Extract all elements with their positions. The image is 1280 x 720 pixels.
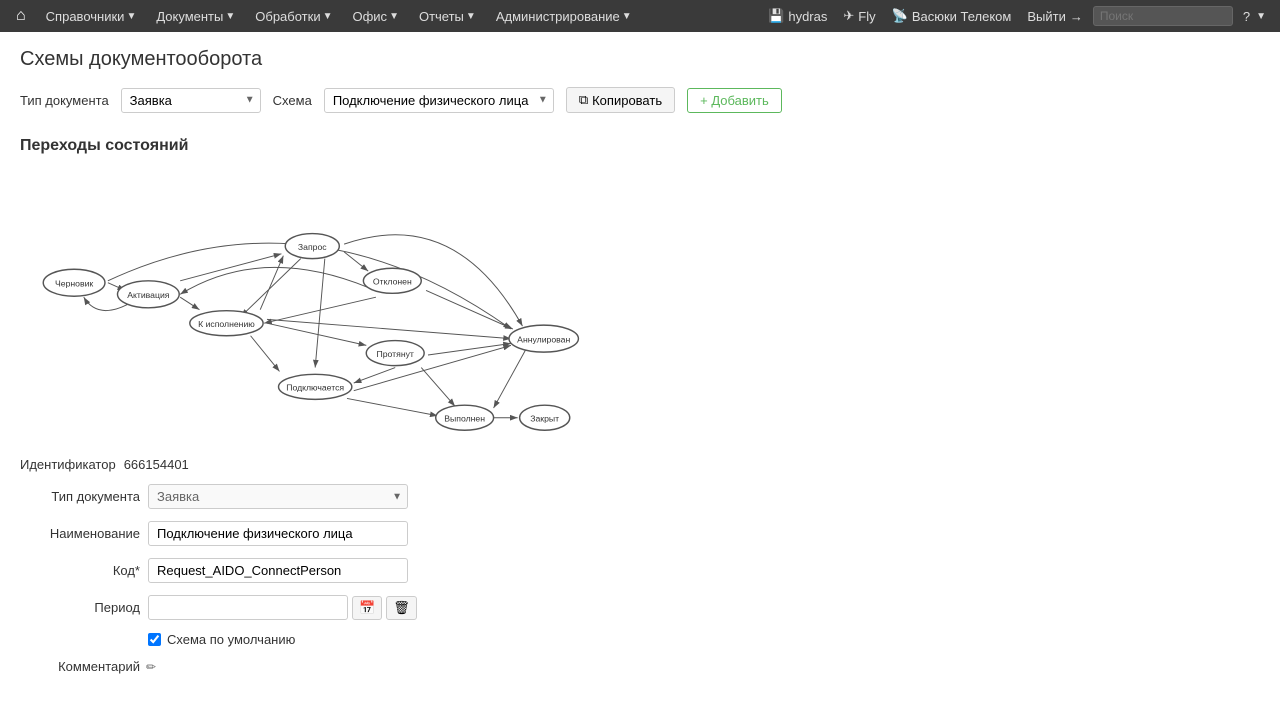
- chevron-down-icon: ▼: [1256, 11, 1266, 22]
- svg-text:Аннулирован: Аннулирован: [517, 335, 570, 345]
- main-content: Схемы документооборота Тип документа Зая…: [0, 32, 1280, 702]
- svg-text:Запрос: Запрос: [298, 242, 327, 252]
- nav-administrirovanie[interactable]: Администрирование ▼: [488, 0, 640, 32]
- form-doc-type-wrapper: Заявка ▼: [148, 484, 408, 509]
- chevron-down-icon: ▼: [389, 11, 399, 22]
- doc-type-label: Тип документа: [20, 93, 109, 108]
- chevron-down-icon: ▼: [466, 11, 476, 22]
- toolbar: Тип документа Заявка ▼ Схема Подключение…: [20, 87, 1260, 113]
- schema-label: Схема: [273, 93, 312, 108]
- nav-dokumenty[interactable]: Документы ▼: [148, 0, 243, 32]
- navbar-right: 💾 hydras ✈ Fly 📡 Васюки Телеком Выйти → …: [762, 0, 1272, 32]
- nav-fly[interactable]: ✈ Fly: [837, 0, 881, 32]
- page-title: Схемы документооборота: [20, 48, 1260, 71]
- info-section: Идентификатор 666154401 Тип документа За…: [20, 457, 1260, 674]
- form-label-code: Код*: [20, 563, 140, 578]
- chevron-down-icon: ▼: [126, 11, 136, 22]
- form-label-name: Наименование: [20, 526, 140, 541]
- identifier-label: Идентификатор: [20, 457, 116, 472]
- clear-period-button[interactable]: 🗑: [386, 596, 417, 620]
- form-label-doc-type: Тип документа: [20, 489, 140, 504]
- svg-text:Активация: Активация: [127, 290, 170, 300]
- form-row-doc-type: Тип документа Заявка ▼: [20, 484, 1260, 509]
- help-button[interactable]: ? ▼: [1237, 0, 1272, 32]
- identifier-row: Идентификатор 666154401: [20, 457, 1260, 472]
- transitions-title: Переходы состояний: [20, 137, 1260, 155]
- home-icon[interactable]: ⌂: [8, 7, 34, 25]
- form-row-name: Наименование: [20, 521, 1260, 546]
- trash-icon: 🗑: [393, 600, 410, 615]
- svg-text:Закрыт: Закрыт: [530, 414, 559, 424]
- nav-hydras[interactable]: 💾 hydras: [762, 0, 833, 32]
- default-schema-row: Схема по умолчанию: [148, 632, 1260, 647]
- server-icon: 💾: [768, 8, 784, 24]
- fly-icon: ✈: [843, 8, 854, 24]
- nav-otchety[interactable]: Отчеты ▼: [411, 0, 484, 32]
- schema-select-wrapper: Подключение физического лица ▼: [324, 88, 554, 113]
- doc-type-select-wrapper: Заявка ▼: [121, 88, 261, 113]
- form-code-input[interactable]: [148, 558, 408, 583]
- nav-ofis[interactable]: Офис ▼: [344, 0, 406, 32]
- form-period-input[interactable]: [148, 595, 348, 620]
- doc-type-select[interactable]: Заявка: [121, 88, 261, 113]
- svg-text:Черновик: Черновик: [55, 279, 93, 289]
- nav-spravochniki[interactable]: Справочники ▼: [38, 0, 145, 32]
- transitions-section: Переходы состояний: [20, 137, 1260, 674]
- default-schema-checkbox[interactable]: [148, 633, 161, 646]
- form-label-comment: Комментарий: [20, 659, 140, 674]
- identifier-value: 666154401: [124, 457, 189, 472]
- edit-icon[interactable]: ✏: [146, 660, 156, 674]
- form-row-comment: Комментарий ✏: [20, 659, 1260, 674]
- nav-obrabotki[interactable]: Обработки ▼: [247, 0, 340, 32]
- add-button[interactable]: + Добавить: [687, 88, 782, 113]
- svg-text:Подключается: Подключается: [286, 383, 344, 393]
- svg-text:Отклонен: Отклонен: [373, 277, 412, 287]
- flow-diagram: Черновик Активация Запрос Отклонен К исп…: [20, 167, 620, 437]
- copy-button[interactable]: ⧉ Копировать: [566, 87, 675, 113]
- schema-select[interactable]: Подключение физического лица: [324, 88, 554, 113]
- navbar: ⌂ Справочники ▼ Документы ▼ Обработки ▼ …: [0, 0, 1280, 32]
- telecom-icon: 📡: [892, 8, 908, 24]
- chevron-down-icon: ▼: [622, 11, 632, 22]
- form-row-code: Код*: [20, 558, 1260, 583]
- svg-text:К исполнению: К исполнению: [198, 319, 255, 329]
- search-input[interactable]: [1093, 6, 1233, 26]
- nav-logout[interactable]: Выйти →: [1021, 0, 1089, 32]
- form-name-input[interactable]: [148, 521, 408, 546]
- default-schema-label: Схема по умолчанию: [167, 632, 295, 647]
- chevron-down-icon: ▼: [225, 11, 235, 22]
- copy-icon: ⧉: [579, 92, 588, 108]
- period-controls: 📅 🗑: [148, 595, 417, 620]
- calendar-button[interactable]: 📅: [352, 596, 382, 620]
- nav-telecom[interactable]: 📡 Васюки Телеком: [886, 0, 1018, 32]
- form-doc-type-select[interactable]: Заявка: [148, 484, 408, 509]
- chevron-down-icon: ▼: [323, 11, 333, 22]
- diagram-area: Черновик Активация Запрос Отклонен К исп…: [20, 167, 620, 437]
- calendar-icon: 📅: [359, 600, 375, 615]
- svg-text:Выполнен: Выполнен: [444, 414, 485, 424]
- logout-icon: →: [1070, 9, 1083, 24]
- svg-text:Протянут: Протянут: [377, 349, 414, 359]
- form-label-period: Период: [20, 600, 140, 615]
- form-row-period: Период 📅 🗑: [20, 595, 1260, 620]
